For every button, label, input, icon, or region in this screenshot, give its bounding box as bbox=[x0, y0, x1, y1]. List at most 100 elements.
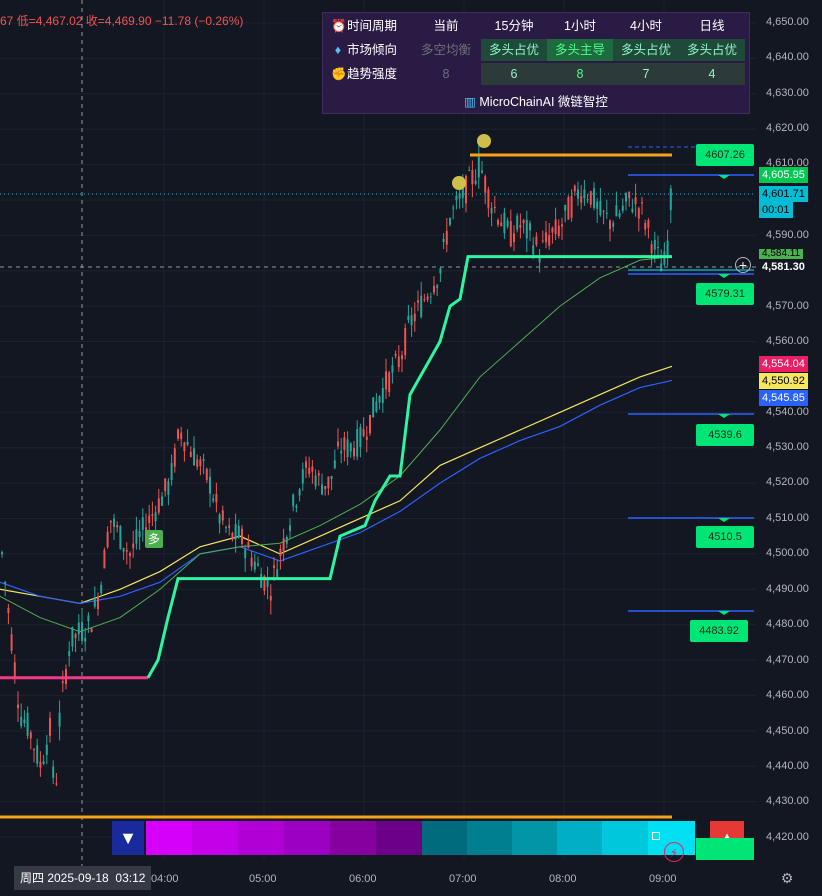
open-tail: 67 bbox=[0, 14, 14, 28]
candle-body bbox=[404, 328, 407, 355]
candle-body bbox=[225, 527, 227, 529]
candle-body bbox=[330, 476, 333, 480]
candle-body bbox=[215, 493, 218, 503]
candle-body bbox=[372, 397, 375, 418]
trailing-stop-bullish bbox=[146, 255, 672, 679]
candle-body bbox=[516, 215, 519, 230]
candle-body bbox=[1, 552, 3, 555]
settings-gear-icon[interactable]: ⚙ bbox=[779, 870, 795, 886]
candle-body bbox=[564, 205, 567, 211]
y-label: 4,480.00 bbox=[766, 618, 809, 630]
candle-body bbox=[311, 466, 314, 472]
crosshair-date-label: 周四 2025-09-18 03:12 bbox=[14, 866, 152, 890]
y-label: 4,590.00 bbox=[766, 229, 809, 241]
candle-body bbox=[385, 371, 387, 390]
strength-15m: 6 bbox=[481, 63, 547, 85]
candle-body bbox=[653, 239, 656, 250]
candle-body bbox=[273, 565, 275, 568]
candle-body bbox=[71, 626, 74, 647]
candlestick-chart[interactable] bbox=[0, 0, 822, 896]
candle-body bbox=[97, 596, 99, 610]
strength-4h: 7 bbox=[613, 63, 679, 85]
candle-body bbox=[289, 525, 291, 532]
trend-4h: 多头占优 bbox=[613, 39, 679, 61]
level-bubble-partial bbox=[696, 838, 754, 860]
candle-body bbox=[167, 481, 170, 495]
candle-body bbox=[106, 531, 109, 548]
sell-triangle-icon[interactable]: ▼ bbox=[112, 821, 144, 855]
candle-body bbox=[244, 549, 247, 559]
candle-body bbox=[490, 208, 493, 214]
candle-body bbox=[209, 476, 211, 494]
ma-yellow bbox=[0, 365, 673, 605]
candle-body bbox=[295, 505, 298, 508]
level-marker bbox=[718, 175, 730, 179]
candle-body bbox=[397, 356, 400, 368]
momentum-segment bbox=[146, 821, 193, 855]
ma-green bbox=[0, 256, 673, 633]
candle-body bbox=[493, 206, 496, 209]
header-col-15m: 15分钟 bbox=[494, 19, 534, 33]
momentum-segment bbox=[330, 821, 377, 855]
candle-body bbox=[401, 355, 403, 360]
y-label: 4,460.00 bbox=[766, 689, 809, 701]
level-bubble: 4483.92 bbox=[690, 620, 748, 642]
y-label: 4,630.00 bbox=[766, 87, 809, 99]
candle-body bbox=[349, 443, 352, 452]
level-marker bbox=[718, 414, 730, 418]
overlays bbox=[0, 134, 754, 819]
candle-body bbox=[417, 300, 419, 303]
candle-body bbox=[135, 529, 138, 544]
strength-1h: 8 bbox=[547, 63, 613, 85]
candle-body bbox=[260, 574, 263, 588]
candle-body bbox=[269, 595, 272, 601]
candle-body bbox=[157, 498, 160, 513]
panel-brand: ▥ MicroChainAI 微链智控 bbox=[323, 91, 749, 113]
momentum-segment bbox=[422, 821, 468, 855]
candle-body bbox=[202, 459, 205, 461]
candle-body bbox=[186, 441, 189, 445]
candle-body bbox=[49, 717, 51, 736]
y-label: 4,430.00 bbox=[766, 795, 809, 807]
candle-body bbox=[39, 761, 42, 768]
trend-1h: 多头主导 bbox=[547, 39, 613, 61]
candle-body bbox=[177, 429, 179, 439]
tag-icon: ♦ bbox=[334, 43, 342, 57]
candle-body bbox=[109, 520, 112, 523]
candle-body bbox=[20, 716, 23, 726]
candle-body bbox=[497, 219, 499, 225]
y-label: 4,420.00 bbox=[766, 831, 809, 843]
candle-body bbox=[55, 783, 58, 785]
momentum-segment bbox=[284, 821, 331, 855]
candle-body bbox=[657, 246, 659, 249]
candle-body bbox=[599, 200, 602, 216]
candle-body bbox=[433, 285, 435, 293]
candle-body bbox=[212, 498, 215, 501]
candle-body bbox=[154, 512, 157, 522]
candle-body bbox=[13, 662, 16, 677]
candle-body bbox=[458, 193, 461, 199]
candle-body bbox=[36, 745, 39, 764]
candle-body bbox=[452, 207, 455, 209]
header-label: 时间周期 bbox=[347, 19, 398, 33]
candle-body bbox=[442, 238, 445, 242]
candle-body bbox=[228, 525, 231, 528]
signal-dot bbox=[477, 134, 491, 148]
candle-body bbox=[465, 175, 467, 204]
candle-body bbox=[247, 542, 250, 548]
candle-body bbox=[413, 313, 416, 322]
candle-body bbox=[468, 169, 471, 171]
candle-body bbox=[279, 548, 282, 557]
lightning-icon[interactable]: ⚡ bbox=[664, 842, 684, 862]
candle-body bbox=[362, 429, 365, 436]
candle-body bbox=[161, 496, 163, 506]
candle-body bbox=[26, 712, 29, 736]
candle-body bbox=[180, 432, 183, 440]
candle-body bbox=[580, 196, 583, 203]
candle-body bbox=[631, 208, 634, 212]
add-alert-plus-icon[interactable]: + bbox=[735, 257, 751, 273]
candle-body bbox=[113, 518, 115, 527]
candle-body bbox=[292, 494, 295, 507]
candle-body bbox=[567, 196, 570, 220]
candle-body bbox=[314, 475, 317, 487]
